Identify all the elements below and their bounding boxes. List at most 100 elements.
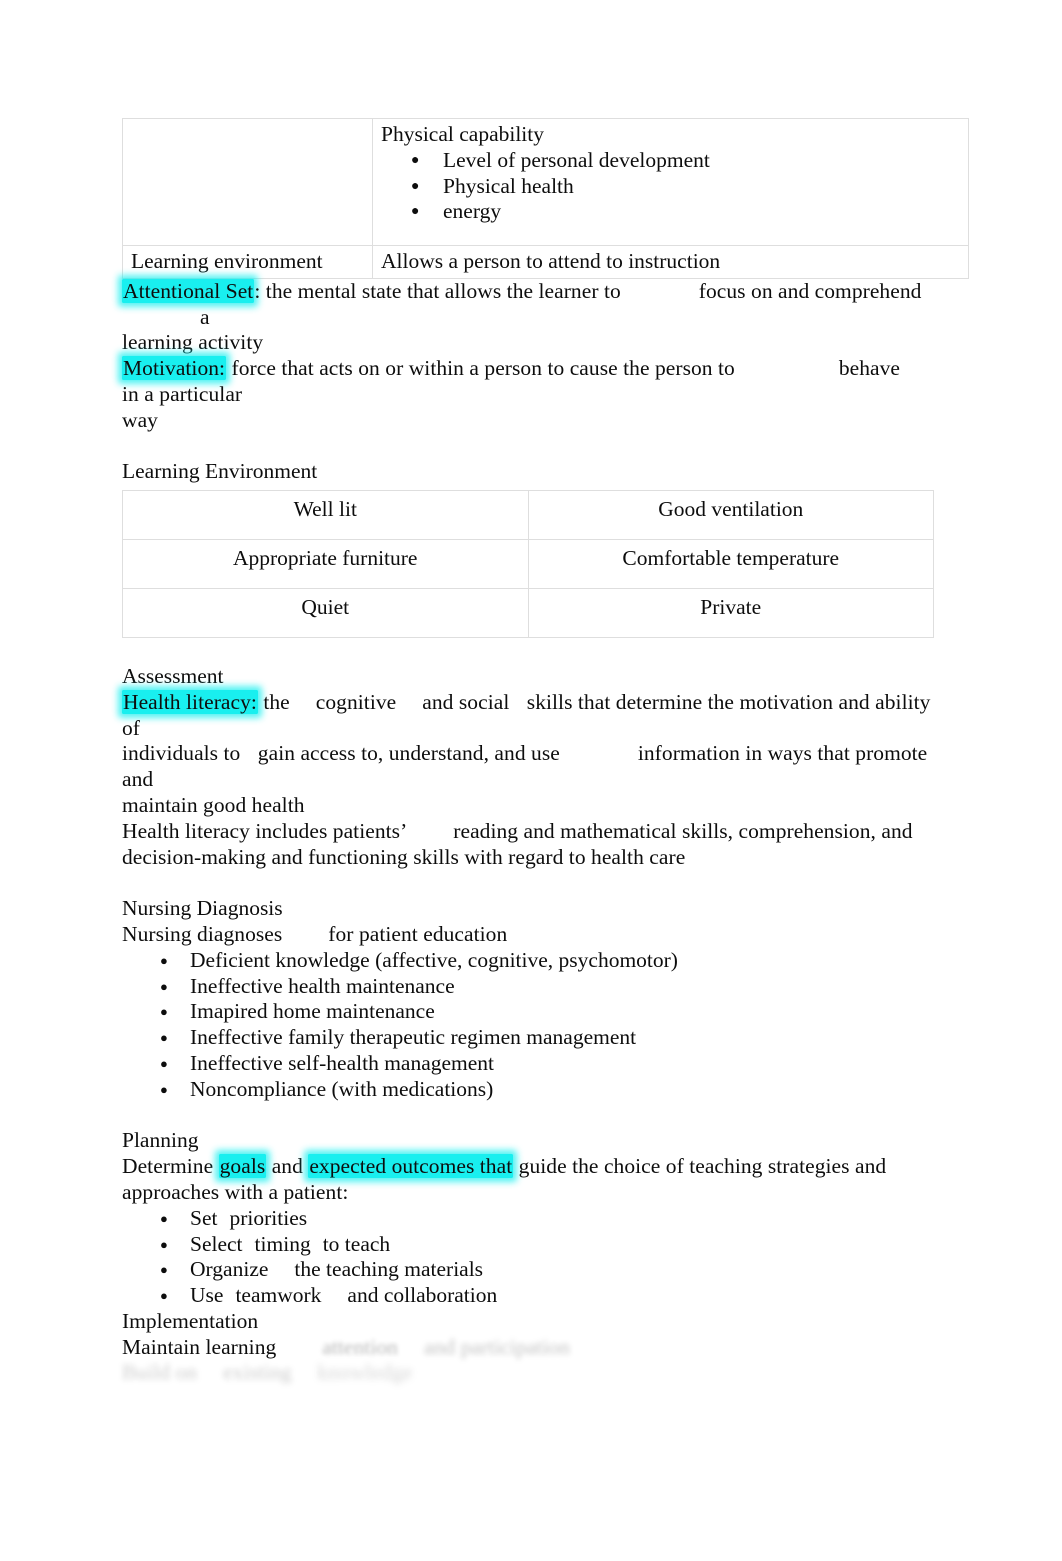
table-row: Physical capability Level of personal de… (122, 118, 969, 246)
learning-env-cell-1-0: Appropriate furniture (122, 539, 529, 590)
implementation-line2-a: Build on (122, 1360, 198, 1385)
attentional-set-part4: learning activity (122, 330, 264, 355)
health-literacy-line3: maintain good health (122, 792, 305, 817)
planning-item-0-a: Set (190, 1205, 218, 1230)
list-item: Use teamwork and collaboration (160, 1282, 934, 1309)
list-item: Ineffective family therapeutic regimen m… (160, 1024, 934, 1051)
planning-intro-c: guide the choice of teaching strategies … (518, 1154, 887, 1179)
motivation-term: Motivation: (122, 356, 227, 381)
learning-env-cell-2-0: Quiet (122, 588, 529, 639)
planning-item-3-c: and collaboration (347, 1283, 498, 1308)
table-row: Learning environment Allows a person to … (122, 245, 969, 279)
health-literacy-line2-b: gain access to, understand, and use (257, 741, 560, 766)
planning-item-1-a: Select (190, 1231, 243, 1256)
attentional-set-term: Attentional Set (122, 278, 255, 303)
implementation-line2-c: knowledge (317, 1360, 413, 1385)
list-item: Deficient knowledge (affective, cognitiv… (160, 947, 934, 974)
planning-heading: Planning (122, 1128, 199, 1153)
motivation-part1: force that acts on or within a person to… (231, 356, 735, 381)
learning-environment-table: Well lit Good ventilation Appropriate fu… (122, 490, 934, 639)
planning-highlight-outcomes: expected outcomes that (308, 1154, 514, 1179)
table-row: Quiet Private (122, 588, 934, 639)
health-literacy-part2: cognitive (315, 689, 397, 714)
planning-list: Set priorities Select timing to teach Organ… (122, 1205, 934, 1309)
list-item: Ineffective self-health management (160, 1050, 934, 1077)
motivation-part2: behave (838, 356, 901, 381)
learning-env-cell-2-1: Private (527, 588, 934, 639)
list-item: Set priorities (160, 1205, 934, 1232)
capability-row-1-desc: Allows a person to attend to instruction (372, 245, 969, 279)
implementation-line1: Maintain learning attention and participat… (122, 1335, 934, 1361)
list-item: Imapired home maintenance (160, 998, 934, 1025)
list-item: Level of personal development (411, 147, 960, 174)
health-literacy-term: Health literacy: (122, 689, 258, 714)
nursing-diagnosis-subheading-a: Nursing diagnoses (122, 921, 283, 946)
motivation-part4: way (122, 407, 158, 432)
motivation-part3: in a particular (122, 381, 243, 406)
health-literacy-part1: the (263, 689, 290, 714)
assessment-heading: Assessment (122, 663, 224, 688)
list-item: Select timing to teach (160, 1231, 934, 1258)
health-literacy-part4: social (458, 689, 510, 714)
document-page: Physical capability Level of personal de… (0, 0, 1062, 1561)
planning-intro-line2: approaches with a patient: (122, 1179, 349, 1204)
implementation-section: Implementation Maintain learning attentio… (122, 1309, 934, 1386)
nursing-diagnosis-subheading: Nursing diagnoses for patient education (122, 922, 934, 948)
learning-environment-heading: Learning Environment (122, 459, 318, 484)
planning-highlight-goals: goals (218, 1154, 267, 1179)
table-row: Well lit Good ventilation (122, 490, 934, 541)
capability-row-1-label: Learning environment (122, 245, 373, 279)
list-item: Ineffective health maintenance (160, 973, 934, 1000)
attentional-set-part2: focus on and comprehend (698, 278, 922, 303)
implementation-line1-c: and participation (423, 1334, 570, 1359)
health-literacy-includes-line2: decision-making and functioning skills w… (122, 844, 686, 869)
attentional-set-part1: the mental state that allows the learner… (265, 278, 621, 303)
list-item: Physical health (411, 173, 960, 200)
attentional-set-part3: a (200, 304, 210, 329)
planning-item-1-b: timing (254, 1231, 311, 1256)
planning-item-1-c: to teach (322, 1231, 391, 1256)
planning-intro: Determine goals and expected outcomes th… (122, 1154, 934, 1206)
health-literacy-includes: Health literacy includes patients’ readin… (122, 819, 934, 871)
planning-item-3-b: teamwork (235, 1283, 322, 1308)
planning-intro-a: Determine (122, 1154, 214, 1179)
planning-intro-b: and (271, 1154, 303, 1179)
implementation-line2-b: existing (223, 1360, 292, 1385)
list-item: energy (411, 198, 960, 225)
planning-item-2-a: Organize (190, 1257, 269, 1282)
attentional-set-definition: Attentional Set: the mental state that a… (122, 278, 934, 356)
planning-item-2-b: the teaching materials (294, 1257, 484, 1282)
nursing-diagnosis-subheading-b: for patient education (328, 921, 508, 946)
nursing-diagnosis-list: Deficient knowledge (affective, cognitiv… (122, 947, 934, 1103)
nursing-diagnosis-heading: Nursing Diagnosis (122, 896, 283, 921)
capability-row-0-desc-list: Level of personal development Physical h… (381, 147, 960, 225)
planning-item-3-a: Use (190, 1283, 224, 1308)
motivation-definition: Motivation: force that acts on or within… (122, 356, 934, 433)
implementation-heading: Implementation (122, 1308, 259, 1333)
health-literacy-line2-a: individuals to (122, 741, 241, 766)
attentional-set-colon: : (254, 278, 261, 303)
health-literacy-includes-line1-a: Health literacy includes patients’ (122, 818, 408, 843)
capability-row-0-label (122, 118, 373, 246)
health-literacy-part3: and (422, 689, 454, 714)
planning-item-0-b: priorities (229, 1205, 308, 1230)
health-literacy-definition: Health literacy: the cognitive and social … (122, 689, 934, 819)
learning-env-cell-0-1: Good ventilation (527, 490, 934, 541)
list-item: Noncompliance (with medications) (160, 1076, 934, 1103)
learning-env-cell-1-1: Comfortable temperature (527, 539, 934, 590)
implementation-line1-b: attention (322, 1334, 398, 1359)
table-row: Appropriate furniture Comfortable temper… (122, 539, 934, 590)
capability-row-0-desc: Physical capability Level of personal de… (372, 118, 969, 246)
document-content: Physical capability Level of personal de… (122, 118, 969, 1386)
implementation-line1-a: Maintain learning (122, 1334, 277, 1359)
list-item: Organize the teaching materials (160, 1256, 934, 1283)
health-literacy-includes-line1-b: reading and mathematical skills, compreh… (453, 818, 913, 843)
capability-table: Physical capability Level of personal de… (122, 118, 969, 279)
learning-env-cell-0-0: Well lit (122, 490, 529, 541)
implementation-line2: Build on existing knowledge (122, 1360, 934, 1386)
capability-row-0-desc-heading: Physical capability (381, 122, 545, 146)
